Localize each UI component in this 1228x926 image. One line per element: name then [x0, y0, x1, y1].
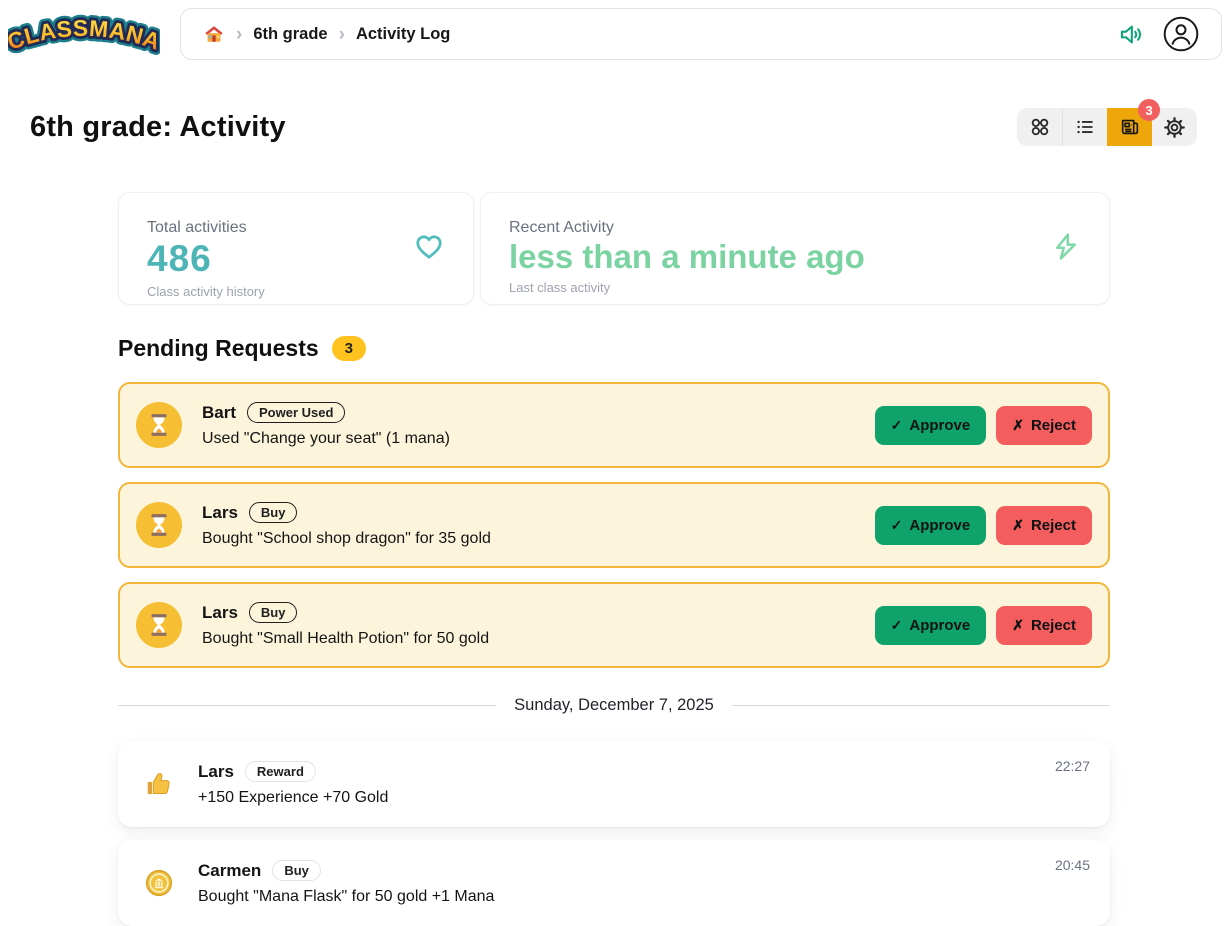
activity-timestamp: 20:45	[1055, 857, 1090, 873]
recent-activity-card: Recent Activity less than a minute ago L…	[480, 192, 1110, 305]
activity-info: Carmen Buy Bought "Mana Flask" for 50 go…	[198, 860, 494, 906]
stat-sublabel: Class activity history	[147, 284, 445, 299]
hourglass-icon	[146, 612, 172, 638]
approve-button[interactable]: ✓ Approve	[875, 506, 987, 545]
stat-sublabel: Last class activity	[509, 280, 1081, 295]
heart-icon	[413, 230, 445, 267]
view-toggle: 3	[1017, 108, 1197, 146]
svg-text:CLASSMANA: CLASSMANA	[8, 15, 160, 55]
check-icon: ✓	[891, 617, 903, 634]
approve-button[interactable]: ✓ Approve	[875, 606, 987, 645]
pending-requests-header: Pending Requests 3	[118, 335, 1110, 362]
request-avatar	[136, 602, 182, 648]
request-type-badge: Buy	[249, 502, 298, 523]
activity-description: Bought "Mana Flask" for 50 gold +1 Mana	[198, 888, 494, 906]
main-content: Total activities 486 Class activity hist…	[118, 192, 1110, 926]
request-avatar	[136, 402, 182, 448]
reject-button[interactable]: ✗ Reject	[996, 406, 1092, 445]
total-activities-value: 486	[147, 240, 445, 277]
activity-description: +150 Experience +70 Gold	[198, 789, 388, 807]
activity-log-item: Lars Reward +150 Experience +70 Gold 22:…	[118, 741, 1110, 827]
request-description: Bought "School shop dragon" for 35 gold	[202, 530, 491, 548]
request-actions: ✓ Approve ✗ Reject	[875, 606, 1092, 645]
student-name: Lars	[202, 503, 238, 523]
pending-requests-title: Pending Requests	[118, 335, 319, 362]
pending-request-card: Lars Buy Bought "Small Health Potion" fo…	[118, 582, 1110, 668]
hourglass-icon	[146, 512, 172, 538]
student-name: Lars	[198, 762, 234, 782]
lightning-icon	[1051, 231, 1081, 266]
request-actions: ✓ Approve ✗ Reject	[875, 406, 1092, 445]
speaker-icon	[1118, 21, 1145, 48]
request-info: Bart Power Used Used "Change your seat" …	[202, 402, 450, 448]
grid-icon	[1029, 116, 1051, 138]
request-info: Lars Buy Bought "School shop dragon" for…	[202, 502, 491, 548]
request-description: Used "Change your seat" (1 mana)	[202, 430, 450, 448]
pending-request-card: Lars Buy Bought "School shop dragon" for…	[118, 482, 1110, 568]
stat-label: Total activities	[147, 219, 445, 237]
check-icon: ✓	[891, 517, 903, 534]
cross-icon: ✗	[1012, 517, 1024, 534]
recent-activity-value: less than a minute ago	[509, 240, 1081, 273]
title-row: 6th grade: Activity	[0, 108, 1228, 146]
list-view-button[interactable]	[1062, 108, 1107, 146]
profile-button[interactable]	[1163, 16, 1199, 52]
logo-text: CLASSMANA	[8, 15, 160, 55]
student-name: Bart	[202, 403, 236, 423]
user-avatar-icon	[1163, 16, 1199, 52]
breadcrumb-separator: ›	[236, 25, 242, 44]
list-icon	[1074, 116, 1096, 138]
cross-icon: ✗	[1012, 417, 1024, 434]
student-name: Lars	[202, 603, 238, 623]
pending-requests-count: 3	[332, 336, 366, 361]
breadcrumb-class[interactable]: 6th grade	[253, 25, 327, 44]
header-bar: › 6th grade › Activity Log	[180, 8, 1222, 60]
date-divider: Sunday, December 7, 2025	[118, 696, 1110, 715]
request-avatar	[136, 502, 182, 548]
breadcrumb-current-page[interactable]: Activity Log	[356, 25, 450, 44]
activity-timestamp: 22:27	[1055, 758, 1090, 774]
stats-row: Total activities 486 Class activity hist…	[118, 192, 1110, 305]
top-bar: CLASSMANA CLASSMANA CLASSMANA › 6th grad…	[0, 0, 1228, 64]
activity-log-view-button[interactable]	[1107, 108, 1152, 146]
stat-label: Recent Activity	[509, 219, 1081, 237]
total-activities-card: Total activities 486 Class activity hist…	[118, 192, 474, 305]
request-info: Lars Buy Bought "Small Health Potion" fo…	[202, 602, 489, 648]
approve-button[interactable]: ✓ Approve	[875, 406, 987, 445]
activity-info: Lars Reward +150 Experience +70 Gold	[198, 761, 388, 807]
activity-type-badge: Reward	[245, 761, 316, 782]
activity-type-badge: Buy	[272, 860, 321, 881]
newspaper-icon	[1119, 116, 1141, 138]
breadcrumb-separator: ›	[339, 25, 345, 44]
sound-button[interactable]	[1118, 21, 1145, 48]
check-icon: ✓	[891, 417, 903, 434]
reject-button[interactable]: ✗ Reject	[996, 506, 1092, 545]
pending-request-card: Bart Power Used Used "Change your seat" …	[118, 382, 1110, 468]
grid-view-button[interactable]	[1017, 108, 1062, 146]
activity-log-item: Carmen Buy Bought "Mana Flask" for 50 go…	[118, 840, 1110, 926]
request-type-badge: Buy	[249, 602, 298, 623]
student-name: Carmen	[198, 861, 261, 881]
classmana-logo[interactable]: CLASSMANA CLASSMANA CLASSMANA	[8, 4, 160, 64]
coin-icon	[138, 869, 180, 897]
home-icon[interactable]	[203, 23, 225, 45]
breadcrumb: › 6th grade › Activity Log	[203, 23, 450, 45]
page-title: 6th grade: Activity	[30, 111, 286, 144]
settings-button[interactable]	[1152, 108, 1197, 146]
date-label: Sunday, December 7, 2025	[514, 696, 714, 715]
thumbs-up-icon	[138, 769, 180, 799]
header-actions	[1118, 16, 1199, 52]
hourglass-icon	[146, 412, 172, 438]
request-type-badge: Power Used	[247, 402, 345, 423]
request-description: Bought "Small Health Potion" for 50 gold	[202, 630, 489, 648]
cross-icon: ✗	[1012, 617, 1024, 634]
reject-button[interactable]: ✗ Reject	[996, 606, 1092, 645]
request-actions: ✓ Approve ✗ Reject	[875, 506, 1092, 545]
gear-icon	[1163, 116, 1186, 139]
